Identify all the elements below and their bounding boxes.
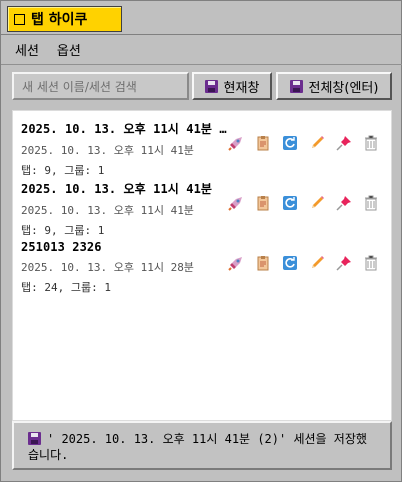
- pin-icon[interactable]: [335, 194, 353, 212]
- session-title: 251013 2326: [21, 240, 102, 254]
- clipboard-icon[interactable]: [254, 254, 272, 272]
- session-actions: [227, 134, 380, 152]
- trash-icon[interactable]: [362, 194, 380, 212]
- trash-icon[interactable]: [362, 254, 380, 272]
- floppy-disk-icon: [289, 79, 303, 93]
- app-title: 탭 하이쿠: [31, 12, 88, 28]
- search-placeholder: 새 세션 이름/세션 검색: [22, 79, 137, 94]
- session-item[interactable]: 251013 2326 2025. 10. 13. 오후 11시 28분 탭: …: [21, 240, 393, 295]
- refresh-icon[interactable]: [281, 254, 299, 272]
- floppy-disk-icon: [28, 432, 41, 445]
- session-item[interactable]: 2025. 10. 13. 오후 11시 41분 (2) 2025. 10. 1…: [21, 120, 393, 178]
- menu-session[interactable]: 세션: [15, 40, 39, 59]
- rocket-icon[interactable]: [227, 194, 245, 212]
- session-meta: 탭: 9, 그룹: 1: [21, 164, 105, 177]
- session-item[interactable]: 2025. 10. 13. 오후 11시 41분 2025. 10. 13. 오…: [21, 180, 393, 238]
- menu-bar: 세션 옵션: [1, 35, 402, 63]
- menu-options[interactable]: 옵션: [57, 40, 81, 59]
- pin-icon[interactable]: [335, 134, 353, 152]
- trash-icon[interactable]: [362, 134, 380, 152]
- menu-divider: [1, 64, 402, 65]
- refresh-icon[interactable]: [281, 134, 299, 152]
- extension-window: 탭 하이쿠 세션 옵션 새 세션 이름/세션 검색 현재창 전체창(엔터) 20…: [0, 0, 402, 482]
- pencil-icon[interactable]: [308, 194, 326, 212]
- session-title: 2025. 10. 13. 오후 11시 41분 (2): [21, 122, 227, 136]
- pin-icon[interactable]: [335, 254, 353, 272]
- pencil-icon[interactable]: [308, 254, 326, 272]
- pencil-icon[interactable]: [308, 134, 326, 152]
- save-all-windows-button[interactable]: 전체창(엔터): [276, 72, 392, 100]
- save-all-windows-label: 전체창(엔터): [308, 80, 379, 96]
- refresh-icon[interactable]: [281, 194, 299, 212]
- status-message: ' 2025. 10. 13. 오후 11시 41분 (2)' 세션을 저장했습…: [28, 432, 367, 462]
- status-message-bar: ' 2025. 10. 13. 오후 11시 41분 (2)' 세션을 저장했습…: [12, 421, 392, 470]
- session-meta: 탭: 24, 그룹: 1: [21, 281, 111, 294]
- session-title: 2025. 10. 13. 오후 11시 41분: [21, 182, 213, 196]
- session-meta: 탭: 9, 그룹: 1: [21, 224, 105, 237]
- app-logo-icon: [14, 13, 25, 25]
- session-actions: [227, 254, 380, 272]
- session-search-input[interactable]: 새 세션 이름/세션 검색: [12, 72, 189, 100]
- clipboard-icon[interactable]: [254, 134, 272, 152]
- app-title-tab[interactable]: 탭 하이쿠: [7, 6, 122, 32]
- save-current-window-button[interactable]: 현재창: [192, 72, 272, 100]
- floppy-disk-icon: [204, 79, 218, 93]
- session-list: 2025. 10. 13. 오후 11시 41분 (2) 2025. 10. 1…: [12, 110, 392, 421]
- rocket-icon[interactable]: [227, 134, 245, 152]
- save-current-window-label: 현재창: [223, 80, 260, 96]
- clipboard-icon[interactable]: [254, 194, 272, 212]
- rocket-icon[interactable]: [227, 254, 245, 272]
- session-actions: [227, 194, 380, 212]
